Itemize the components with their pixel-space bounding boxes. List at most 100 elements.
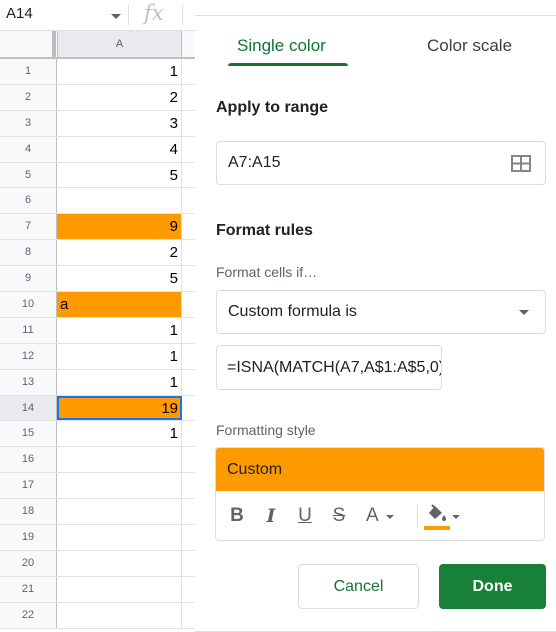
row-header[interactable]: 9 [0, 266, 57, 292]
row-header[interactable]: 2 [0, 84, 57, 110]
style-toolbar: B I U S A [216, 491, 544, 540]
row-header[interactable]: 10 [0, 292, 57, 317]
cell-b13[interactable] [182, 370, 195, 395]
row-header[interactable]: 17 [0, 473, 57, 499]
text-color-button[interactable]: A [364, 504, 400, 528]
cell-a15[interactable]: 1 [57, 421, 182, 447]
row-header[interactable]: 7 [0, 214, 57, 240]
cell-a6[interactable] [57, 188, 182, 214]
row-header[interactable]: 4 [0, 136, 57, 162]
table-row: 12 1 [0, 343, 195, 370]
row-header[interactable]: 18 [0, 499, 57, 525]
cell-b3[interactable] [182, 111, 195, 136]
cell-a1[interactable]: 1 [57, 59, 182, 84]
table-row: 11 1 [0, 317, 195, 344]
cell-a7[interactable]: 9 [57, 214, 182, 240]
cell-b1[interactable] [182, 59, 195, 84]
row-header[interactable]: 20 [0, 550, 57, 576]
cell-a17[interactable] [57, 473, 182, 499]
cell-b19[interactable] [182, 525, 195, 550]
row-header[interactable]: 22 [0, 602, 57, 628]
condition-select[interactable]: Custom formula is [216, 290, 546, 334]
cell-a18[interactable] [57, 499, 182, 525]
cell-b11[interactable] [182, 318, 195, 343]
column-header-b[interactable] [182, 31, 195, 57]
table-row: 79 [0, 214, 195, 241]
cell-b4[interactable] [182, 137, 195, 162]
row-header[interactable]: 3 [0, 110, 57, 136]
done-button[interactable]: Done [439, 564, 546, 609]
row-header[interactable]: 6 [0, 188, 57, 214]
cell-b16[interactable] [182, 447, 195, 472]
italic-button[interactable]: I [262, 504, 280, 528]
custom-formula-value[interactable]: =ISNA(MATCH(A7,A$1:A$5,0)) [227, 359, 441, 377]
cell-a10[interactable]: a [57, 292, 182, 317]
table-row: 44 [0, 136, 195, 163]
cell-a16[interactable] [57, 447, 182, 473]
tab-color-scale[interactable]: Color scale [427, 36, 512, 56]
cell-b20[interactable] [182, 551, 195, 576]
cell-b14[interactable] [182, 396, 195, 421]
cell-a20[interactable] [57, 550, 182, 576]
row-header[interactable]: 13 [0, 369, 57, 395]
strikethrough-button[interactable]: S [330, 504, 348, 528]
cancel-button[interactable]: Cancel [298, 564, 419, 609]
cell-a11[interactable]: 1 [57, 317, 182, 343]
cell-a9[interactable]: 5 [57, 266, 182, 292]
bold-button[interactable]: B [228, 504, 246, 528]
app-root: A14 fx A 1 1 2 2 3 3 4 4 5 5 6 7 9 8 2 9 5 10 a 11 1 12 1 13 1 14… [0, 0, 556, 632]
cell-a21[interactable] [57, 576, 182, 602]
range-input[interactable]: A7:A15 [216, 141, 546, 185]
cell-a4[interactable]: 4 [57, 136, 182, 162]
custom-formula-input[interactable]: =ISNA(MATCH(A7,A$1:A$5,0)) [216, 345, 442, 390]
tab-single-color[interactable]: Single color [237, 36, 326, 56]
cell-b2[interactable] [182, 85, 195, 110]
cell-a8[interactable]: 2 [57, 240, 182, 266]
cell-a14[interactable]: 19 [57, 395, 182, 421]
cell-b12[interactable] [182, 344, 195, 369]
table-row: 19 [0, 525, 195, 551]
fill-color-button[interactable] [422, 504, 464, 530]
row-header[interactable]: 11 [0, 317, 57, 343]
formula-bar: A14 fx [0, 0, 195, 31]
active-tab-indicator [228, 63, 348, 66]
cell-a2[interactable]: 2 [57, 84, 182, 110]
select-range-grid-icon[interactable] [511, 155, 531, 172]
cell-b18[interactable] [182, 499, 195, 524]
range-input-value[interactable]: A7:A15 [228, 154, 280, 172]
cell-b9[interactable] [182, 266, 195, 291]
name-box-dropdown-icon[interactable] [111, 14, 121, 19]
cell-b6[interactable] [182, 188, 195, 213]
row-header[interactable]: 16 [0, 447, 57, 473]
cell-a12[interactable]: 1 [57, 343, 182, 369]
cell-b21[interactable] [182, 577, 195, 602]
cell-b22[interactable] [182, 603, 195, 628]
cell-a3[interactable]: 3 [57, 110, 182, 136]
row-header[interactable]: 21 [0, 576, 57, 602]
row-header[interactable]: 1 [0, 59, 57, 84]
cell-a13[interactable]: 1 [57, 369, 182, 395]
row-header[interactable]: 8 [0, 240, 57, 266]
row-header[interactable]: 15 [0, 421, 57, 447]
cell-b8[interactable] [182, 240, 195, 265]
cell-b10[interactable] [182, 292, 195, 317]
style-preset-label: Custom [227, 461, 283, 478]
row-header[interactable]: 12 [0, 343, 57, 369]
row-header[interactable]: 19 [0, 525, 57, 550]
name-box[interactable]: A14 [6, 5, 33, 22]
row-header[interactable]: 14 [0, 395, 57, 421]
cell-b7[interactable] [182, 214, 195, 239]
row-header[interactable]: 5 [0, 162, 57, 188]
select-all-corner[interactable] [0, 31, 56, 57]
cell-b17[interactable] [182, 473, 195, 498]
table-row: 11 [0, 59, 195, 85]
cell-a19[interactable] [57, 525, 182, 550]
cell-b5[interactable] [182, 163, 195, 188]
cell-a5[interactable]: 5 [57, 162, 182, 188]
style-preview[interactable]: Custom [216, 448, 544, 491]
column-header-a[interactable]: A [57, 31, 182, 57]
cell-a22[interactable] [57, 602, 182, 628]
underline-button[interactable]: U [296, 504, 314, 528]
table-row: 95 [0, 266, 195, 293]
cell-b15[interactable] [182, 421, 195, 446]
